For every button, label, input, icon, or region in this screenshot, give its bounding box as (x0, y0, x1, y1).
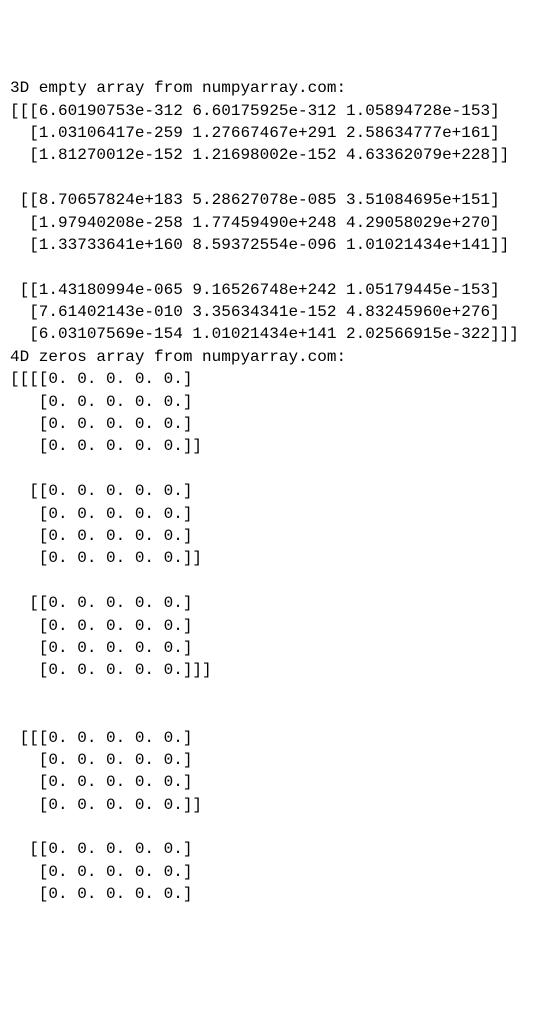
output-line: [0. 0. 0. 0. 0.] (10, 637, 540, 659)
output-line: [0. 0. 0. 0. 0.] (10, 413, 540, 435)
output-line: [0. 0. 0. 0. 0.]] (10, 794, 540, 816)
output-line: 3D empty array from numpyarray.com: (10, 77, 540, 99)
output-line: [[0. 0. 0. 0. 0.] (10, 838, 540, 860)
output-line: [[1.43180994e-065 9.16526748e+242 1.0517… (10, 279, 540, 301)
output-line: [[8.70657824e+183 5.28627078e-085 3.5108… (10, 189, 540, 211)
output-line (10, 704, 540, 726)
output-line (10, 167, 540, 189)
output-line (10, 458, 540, 480)
output-line: [7.61402143e-010 3.35634341e-152 4.83245… (10, 301, 540, 323)
output-line (10, 256, 540, 278)
output-line: [0. 0. 0. 0. 0.] (10, 391, 540, 413)
output-line: [1.97940208e-258 1.77459490e+248 4.29058… (10, 212, 540, 234)
output-line: [0. 0. 0. 0. 0.] (10, 749, 540, 771)
output-line: [1.33733641e+160 8.59372554e-096 1.01021… (10, 234, 540, 256)
output-line: [[[0. 0. 0. 0. 0.] (10, 727, 540, 749)
output-line: [0. 0. 0. 0. 0.]] (10, 435, 540, 457)
output-line: [0. 0. 0. 0. 0.]]] (10, 659, 540, 681)
output-line: [0. 0. 0. 0. 0.]] (10, 547, 540, 569)
output-line: [[0. 0. 0. 0. 0.] (10, 592, 540, 614)
output-line: [0. 0. 0. 0. 0.] (10, 771, 540, 793)
output-line: [0. 0. 0. 0. 0.] (10, 503, 540, 525)
output-line: 4D zeros array from numpyarray.com: (10, 346, 540, 368)
output-line: [[[6.60190753e-312 6.60175925e-312 1.058… (10, 100, 540, 122)
output-line: [1.81270012e-152 1.21698002e-152 4.63362… (10, 144, 540, 166)
output-line: [[0. 0. 0. 0. 0.] (10, 480, 540, 502)
output-line: [0. 0. 0. 0. 0.] (10, 615, 540, 637)
output-line: [0. 0. 0. 0. 0.] (10, 883, 540, 905)
output-line (10, 570, 540, 592)
output-line (10, 816, 540, 838)
output-line (10, 682, 540, 704)
output-line: [0. 0. 0. 0. 0.] (10, 525, 540, 547)
console-output: 3D empty array from numpyarray.com:[[[6.… (10, 77, 540, 905)
output-line: [0. 0. 0. 0. 0.] (10, 861, 540, 883)
output-line: [6.03107569e-154 1.01021434e+141 2.02566… (10, 323, 540, 345)
output-line: [[[[0. 0. 0. 0. 0.] (10, 368, 540, 390)
output-line: [1.03106417e-259 1.27667467e+291 2.58634… (10, 122, 540, 144)
